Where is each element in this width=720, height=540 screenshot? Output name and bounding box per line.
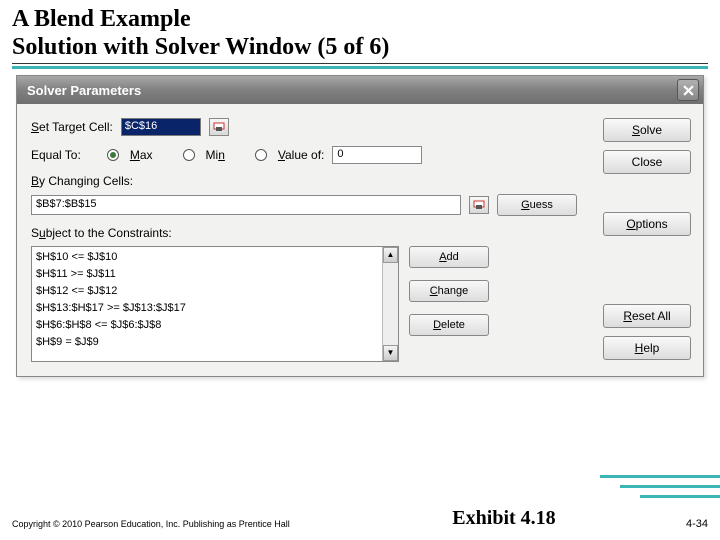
- dialog-titlebar: Solver Parameters: [17, 76, 703, 104]
- changing-cells-input[interactable]: $B$7:$B$15: [31, 195, 461, 215]
- value-of-input[interactable]: 0: [332, 146, 422, 164]
- copyright-text: Copyright © 2010 Pearson Education, Inc.…: [12, 519, 322, 530]
- radio-value[interactable]: [255, 149, 267, 161]
- radio-value-label: Value of:: [278, 148, 325, 162]
- constraint-row[interactable]: $H$6:$H$8 <= $J$6:$J$8: [36, 317, 394, 334]
- radio-max-label: Max: [130, 148, 153, 162]
- solve-button[interactable]: Solve: [603, 118, 691, 142]
- title-accent-line: [12, 66, 708, 69]
- changing-cells-label: By Changing Cells:: [31, 174, 591, 188]
- solver-parameters-dialog: Solver Parameters Set Target Cell: $C$16…: [16, 75, 704, 377]
- help-button[interactable]: Help: [603, 336, 691, 360]
- constraint-row[interactable]: $H$9 = $J$9: [36, 334, 394, 351]
- constraint-row[interactable]: $H$12 <= $J$12: [36, 283, 394, 300]
- constraint-row[interactable]: $H$11 >= $J$11: [36, 266, 394, 283]
- slide-accent-bars: [570, 462, 720, 502]
- delete-button[interactable]: Delete: [409, 314, 489, 336]
- reset-all-button[interactable]: Reset All: [603, 304, 691, 328]
- constraints-listbox[interactable]: $H$10 <= $J$10 $H$11 >= $J$11 $H$12 <= $…: [31, 246, 399, 362]
- subject-constraints-label: Subject to the Constraints:: [31, 226, 591, 240]
- set-target-label: Set Target Cell:: [31, 120, 113, 134]
- radio-min-label: Min: [206, 148, 225, 162]
- dialog-title: Solver Parameters: [27, 83, 141, 98]
- constraint-row[interactable]: $H$10 <= $J$10: [36, 249, 394, 266]
- close-button[interactable]: Close: [603, 150, 691, 174]
- radio-min[interactable]: [183, 149, 195, 161]
- slide-footer: Copyright © 2010 Pearson Education, Inc.…: [12, 507, 708, 530]
- cell-picker-icon[interactable]: [209, 118, 229, 136]
- target-cell-input[interactable]: $C$16: [121, 118, 201, 136]
- cell-picker-icon[interactable]: [469, 196, 489, 214]
- change-button[interactable]: Change: [409, 280, 489, 302]
- title-underline: [12, 63, 708, 64]
- guess-button[interactable]: Guess: [497, 194, 577, 216]
- exhibit-label: Exhibit 4.18: [452, 507, 555, 530]
- scroll-down-icon[interactable]: ▼: [383, 345, 398, 361]
- equal-to-label: Equal To:: [31, 148, 81, 162]
- constraint-row[interactable]: $H$13:$H$17 >= $J$13:$J$17: [36, 300, 394, 317]
- scroll-up-icon[interactable]: ▲: [383, 247, 398, 263]
- options-button[interactable]: Options: [603, 212, 691, 236]
- close-icon[interactable]: [677, 79, 699, 101]
- slide-title: A Blend Example Solution with Solver Win…: [0, 0, 720, 63]
- radio-max[interactable]: [107, 149, 119, 161]
- page-number: 4-34: [686, 518, 708, 530]
- add-button[interactable]: Add: [409, 246, 489, 268]
- listbox-scrollbar[interactable]: ▲ ▼: [382, 247, 398, 361]
